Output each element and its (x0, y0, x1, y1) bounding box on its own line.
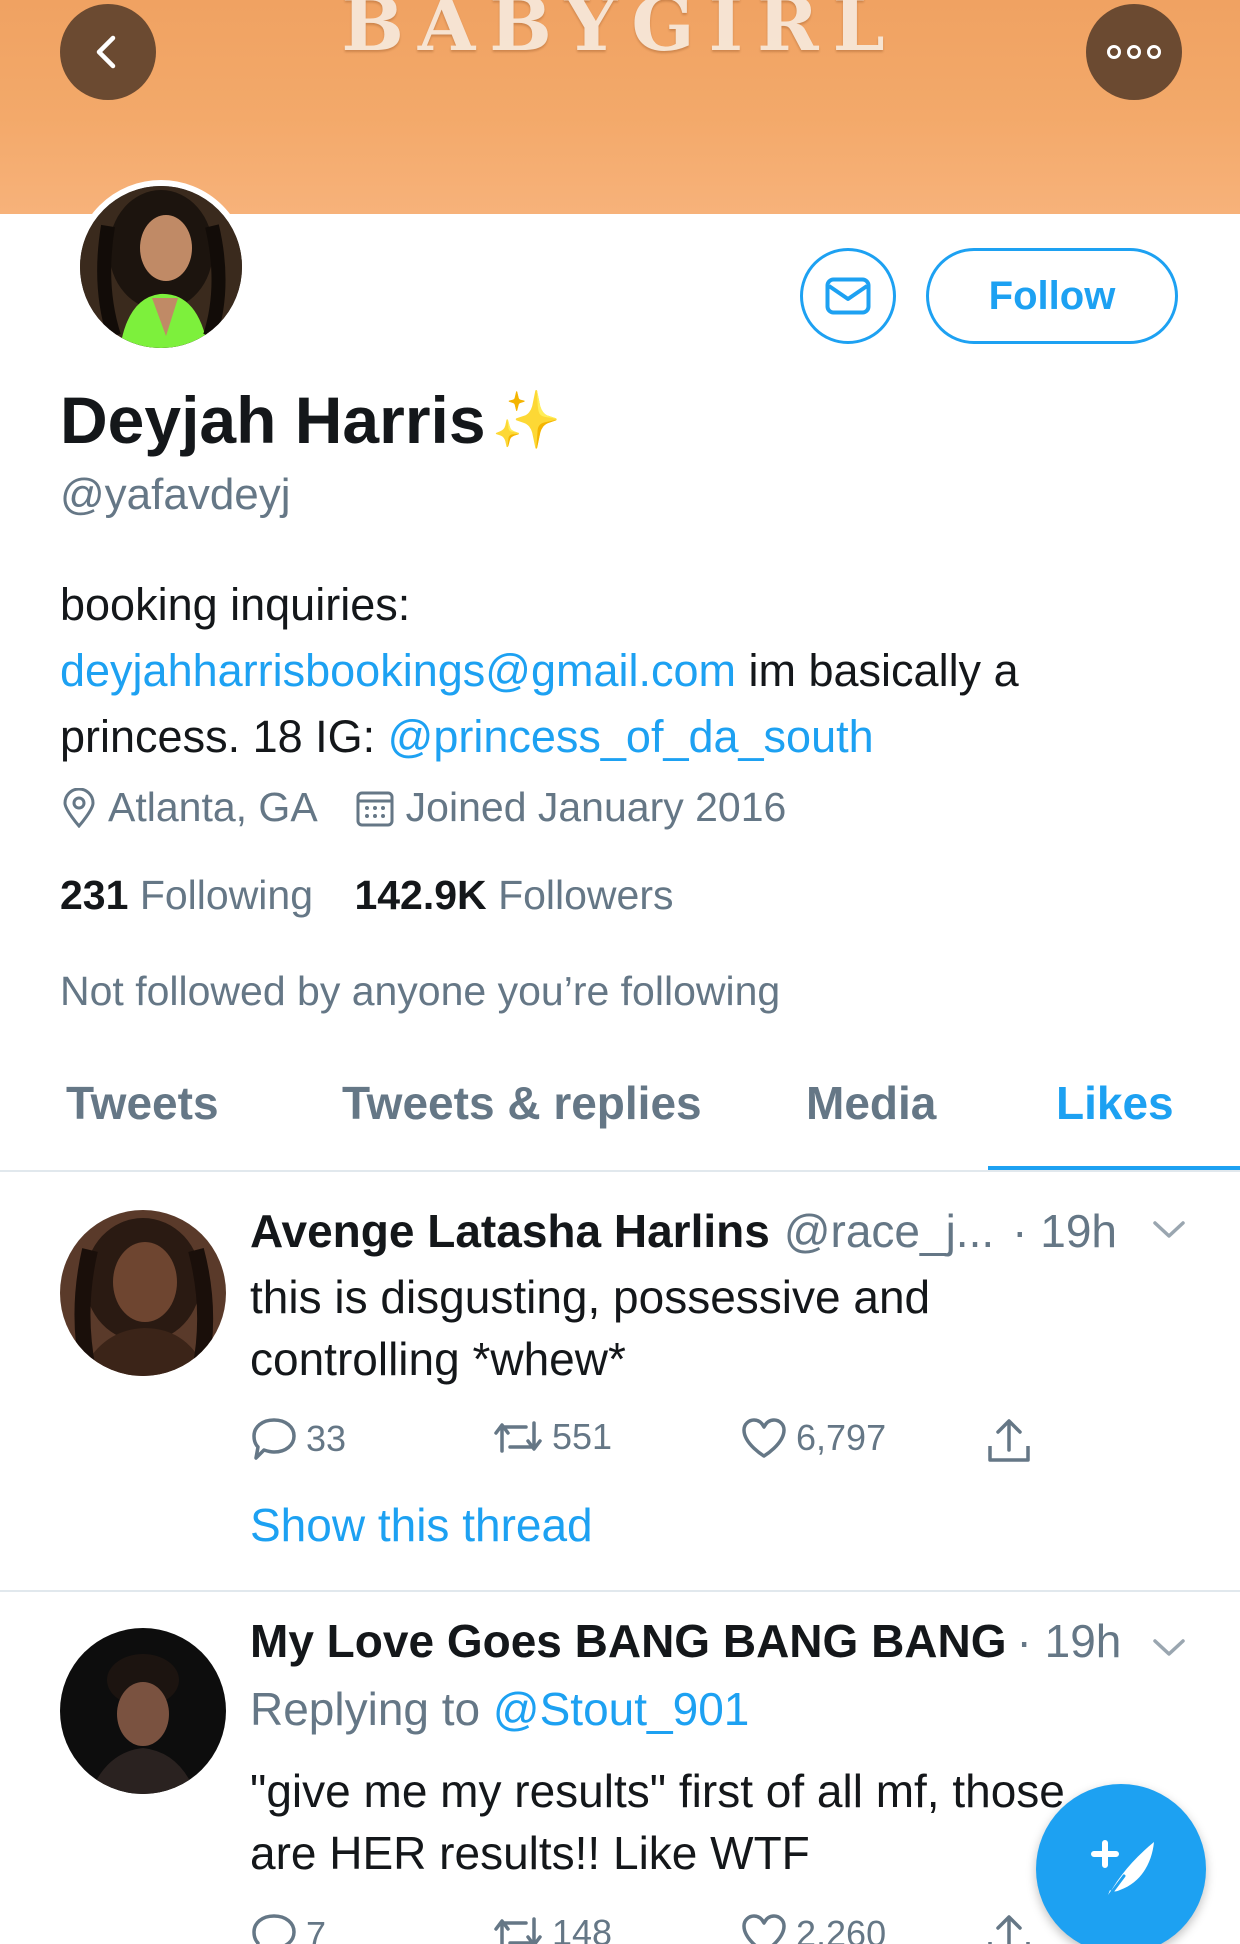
bio-instagram-link[interactable]: @princess_of_da_south (388, 711, 874, 762)
profile-handle: @yafavdeyj (60, 470, 291, 519)
reply-icon (252, 1418, 296, 1460)
share-button[interactable] (986, 1912, 1040, 1944)
replying-to-prefix: Replying to (250, 1683, 493, 1735)
tweet-text: "give me my results" first of all mf, th… (250, 1765, 1065, 1879)
profile-location: Atlanta, GA (62, 784, 318, 831)
tweet-author-avatar[interactable] (60, 1628, 226, 1794)
not-followed-notice: Not followed by anyone you’re following (60, 968, 781, 1014)
sparkles-emoji: ✨ (491, 388, 562, 451)
show-thread-link[interactable]: Show this thread (250, 1498, 593, 1552)
tweet-author-handle[interactable]: @race_j... (784, 1204, 994, 1258)
tweet-item[interactable]: Avenge Latasha Harlins @race_j... · 19h … (0, 1172, 1240, 1592)
following-link[interactable]: 231 Following (60, 872, 313, 918)
following-label: Following (139, 872, 314, 918)
chevron-left-icon (96, 35, 116, 69)
tweet-author-avatar[interactable] (60, 1210, 226, 1376)
retweet-icon (494, 1421, 542, 1453)
retweet-button[interactable]: 148 (492, 1912, 612, 1944)
like-button[interactable]: 2,260 (740, 1912, 886, 1944)
like-count: 6,797 (796, 1417, 887, 1458)
tweet-actions: 33 551 6,797 (250, 1416, 1050, 1472)
reply-count: 33 (306, 1418, 347, 1459)
tweet-header: Avenge Latasha Harlins @race_j... · 19h (250, 1204, 1117, 1258)
chevron-down-icon[interactable] (1152, 1638, 1186, 1658)
profile-name: Deyjah Harris ✨ (60, 382, 561, 458)
heart-icon (742, 1418, 786, 1458)
message-button[interactable] (800, 248, 896, 344)
retweet-count: 148 (552, 1912, 613, 1944)
tweet-timestamp: · 19h (1012, 1205, 1118, 1257)
tab-likes[interactable]: Likes (1056, 1076, 1174, 1130)
bio-text-prefix: booking inquiries: (60, 579, 411, 630)
location-text: Atlanta, GA (108, 784, 318, 830)
tab-tweets[interactable]: Tweets (66, 1076, 219, 1130)
retweet-button[interactable]: 551 (492, 1416, 612, 1458)
profile-avatar[interactable] (74, 180, 248, 354)
profile-joined: Joined January 2016 (356, 784, 787, 831)
tweet-text: this is disgusting, possessive and contr… (250, 1271, 931, 1385)
profile-banner: BABYGIRL (0, 0, 1240, 214)
replying-to: Replying to @Stout_901 (250, 1682, 749, 1736)
follow-button[interactable]: Follow (926, 248, 1178, 344)
followers-label: Followers (498, 872, 674, 918)
tweet-author-name[interactable]: Avenge Latasha Harlins (250, 1204, 770, 1258)
profile-meta: Atlanta, GA Joined January 2016 (62, 784, 786, 831)
location-pin-icon (63, 787, 95, 828)
calendar-icon (356, 791, 394, 826)
compose-tweet-button[interactable] (1036, 1784, 1206, 1944)
share-icon (988, 1419, 1030, 1462)
chevron-down-icon[interactable] (1152, 1220, 1186, 1240)
reply-icon (252, 1914, 296, 1944)
retweet-count: 551 (552, 1416, 613, 1457)
tweet-actions: 7 148 2,260 (250, 1912, 1050, 1944)
more-options-button[interactable] (1086, 4, 1182, 100)
share-button[interactable] (986, 1416, 1040, 1466)
follow-counts: 231 Following 142.9K Followers (60, 872, 674, 919)
joined-text: Joined January 2016 (405, 784, 787, 830)
replying-to-handle[interactable]: @Stout_901 (493, 1683, 749, 1735)
tweet-timestamp: · 19h (1016, 1615, 1122, 1667)
compose-tweet-icon (1091, 1840, 1154, 1902)
reply-button[interactable]: 33 (250, 1416, 346, 1462)
following-count: 231 (60, 872, 129, 918)
followers-count: 142.9K (354, 872, 487, 918)
tab-tweets-replies[interactable]: Tweets & replies (342, 1076, 702, 1130)
followers-link[interactable]: 142.9K Followers (354, 872, 673, 918)
mail-icon (825, 277, 871, 315)
profile-tabs: Tweets Tweets & replies Media Likes (0, 1050, 1240, 1172)
tab-media[interactable]: Media (806, 1076, 936, 1130)
heart-icon (742, 1914, 786, 1944)
back-button[interactable] (60, 4, 156, 100)
banner-text: BABYGIRL (341, 0, 899, 68)
tweet-header: My Love Goes BANG BANG BANG · 19h (250, 1614, 1121, 1668)
tweet-author-name[interactable]: My Love Goes BANG BANG BANG (250, 1614, 1007, 1668)
share-icon (988, 1915, 1030, 1944)
bio-email-link[interactable]: deyjahharrisbookings@gmail.com (60, 645, 736, 696)
profile-bio: booking inquiries: deyjahharrisbookings@… (60, 572, 1180, 770)
like-count: 2,260 (796, 1913, 887, 1944)
reply-button[interactable]: 7 (250, 1912, 326, 1944)
retweet-icon (494, 1917, 542, 1944)
reply-count: 7 (306, 1914, 327, 1944)
more-dots-icon (1107, 45, 1161, 59)
profile-name-text: Deyjah Harris (60, 383, 486, 457)
like-button[interactable]: 6,797 (740, 1416, 886, 1460)
